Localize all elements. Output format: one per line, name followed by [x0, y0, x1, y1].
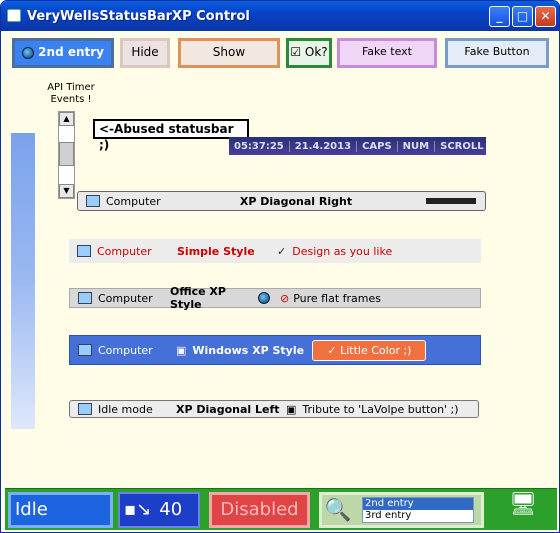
window-icon: ▣: [286, 402, 297, 416]
abused-statusbar: <-Abused statusbar ;): [93, 119, 249, 152]
clock-statusbar: 05:37:25 21.4.2013 CAPS NUM SCROLL: [229, 137, 486, 155]
gradient-bar: [11, 133, 35, 429]
app-icon: [7, 9, 21, 22]
bar2-panel2: Simple Style: [177, 244, 255, 258]
minimize-button[interactable]: _: [489, 6, 510, 27]
bar4-panel2: Windows XP Style: [192, 343, 305, 357]
network-status-panel: 🖥: [491, 492, 553, 528]
second-entry-label: 2nd entry: [38, 45, 104, 59]
magnifier-icon: 🔍: [324, 498, 352, 523]
title-bar: VeryWellsStatusBarXP Control _ □ ✕: [1, 1, 559, 31]
statusbar-office-xp: Computer Office XP Style ⊘ Pure flat fra…: [69, 285, 481, 311]
bar3-panel2: Office XP Style: [170, 285, 226, 311]
network-icon: ▪↘: [124, 499, 152, 520]
main-window: VeryWellsStatusBarXP Control _ □ ✕ 2nd e…: [0, 0, 560, 533]
count-value: 40: [159, 499, 183, 520]
client-area: 2nd entry Hide Show ☑ Ok? Fake text Fake…: [5, 31, 557, 530]
checkmark-icon: ✓: [277, 244, 287, 258]
computer-icon: [78, 403, 92, 415]
computer-icon: [78, 344, 92, 356]
time-panel: 05:37:25: [229, 140, 290, 152]
globe-icon: [258, 292, 270, 304]
show-button[interactable]: Show: [178, 38, 280, 68]
scroll-thumb[interactable]: [59, 142, 74, 166]
list-item[interactable]: 3rd entry: [363, 510, 473, 522]
bar5-panel1: Idle mode: [98, 402, 153, 416]
bar1-panel1: Computer: [106, 194, 161, 208]
fake-text-button[interactable]: Fake text: [337, 38, 437, 68]
vertical-scrollbar[interactable]: ▲ ▼: [58, 111, 75, 199]
progress-bar: [426, 198, 476, 204]
hide-button[interactable]: Hide: [120, 38, 170, 68]
computer-icon: 🖥: [509, 492, 537, 517]
caps-panel: CAPS: [357, 140, 398, 152]
list-panel: 🔍 2nd entry 3rd entry: [319, 492, 484, 528]
computer-icon: [86, 195, 100, 207]
statusbar-diagonal-right: Computer XP Diagonal Right: [77, 191, 486, 211]
statusbar-simple: Computer Simple Style ✓ Design as you li…: [69, 239, 481, 263]
idle-panel: Idle: [8, 492, 113, 528]
idle-label: Idle: [15, 499, 48, 520]
entry-listbox[interactable]: 2nd entry 3rd entry: [362, 497, 474, 523]
count-panel: ▪↘ 40: [118, 492, 200, 528]
window-title: VeryWellsStatusBarXP Control: [27, 9, 250, 24]
second-entry-button[interactable]: 2nd entry: [12, 38, 114, 68]
bar5-panel2: XP Diagonal Left: [176, 402, 280, 416]
little-color-panel: ✓ Little Color ;): [312, 339, 427, 361]
bar4-panel1: Computer: [98, 343, 153, 357]
date-panel: 21.4.2013: [290, 140, 358, 152]
fake-button-label: Fake Button: [464, 45, 530, 58]
no-entry-icon: ⊘: [280, 291, 290, 305]
num-panel: NUM: [398, 140, 436, 152]
scroll-down-icon[interactable]: ▼: [59, 184, 74, 198]
statusbar-windows-xp: Computer ▣ Windows XP Style ✓ Little Col…: [69, 335, 481, 365]
bar3-panel3: Pure flat frames: [293, 291, 382, 305]
window-icon: ▣: [176, 343, 187, 357]
list-item[interactable]: 2nd entry: [363, 498, 473, 510]
computer-icon: [78, 292, 92, 304]
bar5-panel3: Tribute to 'LaVolpe button' ;): [302, 402, 459, 416]
bar4-panel3: Little Color ;): [340, 343, 412, 357]
globe-icon: [21, 46, 34, 59]
bar3-panel1: Computer: [98, 291, 153, 305]
scroll-up-icon[interactable]: ▲: [59, 112, 74, 126]
api-timer-label: API Timer Events !: [47, 82, 95, 105]
bottom-statusbar: Idle ▪↘ 40 Disabled 🔍 2nd entry 3rd entry…: [5, 488, 557, 530]
fake-button[interactable]: Fake Button: [445, 38, 549, 68]
statusbar-diagonal-left: Idle mode XP Diagonal Left ▣ Tribute to …: [69, 400, 479, 418]
computer-icon: [77, 245, 91, 257]
ok-label: Ok?: [304, 45, 328, 59]
disabled-panel: Disabled: [209, 492, 310, 528]
maximize-button[interactable]: □: [512, 6, 533, 27]
bar1-panel2: XP Diagonal Right: [239, 194, 353, 208]
scroll-panel: SCROLL: [440, 140, 484, 152]
bar2-panel1: Computer: [97, 244, 152, 258]
bar2-panel3: Design as you like: [292, 244, 393, 258]
ok-checkbox[interactable]: ☑ Ok?: [286, 38, 332, 68]
checkmark-icon: ✓: [327, 343, 341, 357]
close-button[interactable]: ✕: [535, 6, 556, 27]
